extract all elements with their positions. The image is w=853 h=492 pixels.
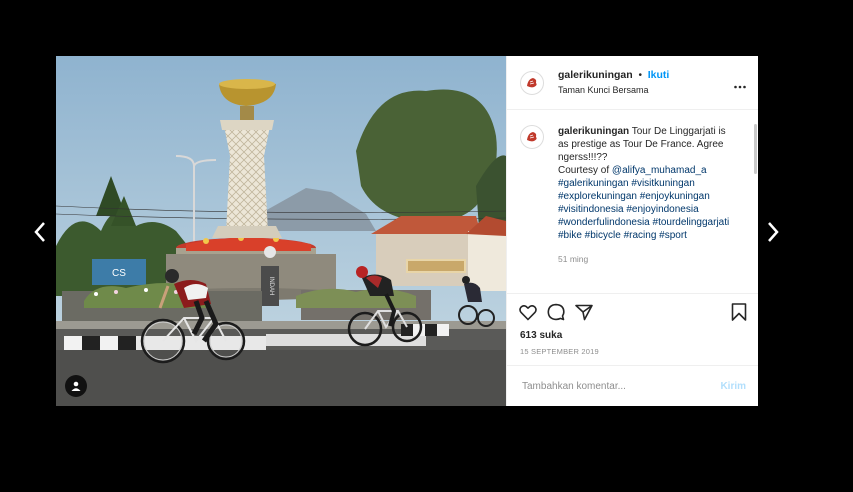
add-comment-bar: Kirim xyxy=(507,365,758,406)
like-count[interactable]: 613 suka xyxy=(507,330,758,341)
more-options-button[interactable] xyxy=(734,76,746,94)
post-caption: galerikuningan Tour De Linggarjati is as… xyxy=(558,125,734,293)
heart-icon xyxy=(519,304,537,320)
post-date: 15 SEPTEMBER 2019 xyxy=(520,347,599,356)
caption-scrollbar[interactable] xyxy=(754,124,757,174)
comment-input[interactable] xyxy=(520,379,721,393)
separator-dot: • xyxy=(638,70,642,81)
action-bar xyxy=(507,294,758,330)
sign-text: INDAH xyxy=(268,277,274,296)
post-header: galerikuningan • Ikuti Taman Kunci Bersa… xyxy=(507,56,758,110)
share-button[interactable] xyxy=(575,304,593,321)
courtesy-text: Courtesy of xyxy=(558,165,612,176)
caption-time: 51 ming xyxy=(558,254,589,264)
chevron-left-icon xyxy=(34,222,45,242)
post-comment-button[interactable]: Kirim xyxy=(720,381,746,392)
caption-area: galerikuningan Tour De Linggarjati is as… xyxy=(507,110,758,294)
caption-avatar[interactable] xyxy=(520,125,544,149)
caption-username[interactable]: galerikuningan xyxy=(558,126,629,137)
tiger-logo-icon xyxy=(527,77,537,87)
post-header-text: galerikuningan • Ikuti Taman Kunci Bersa… xyxy=(558,68,669,97)
mention-link[interactable]: @alifya_muhamad_a xyxy=(612,165,707,176)
like-button[interactable] xyxy=(519,304,537,321)
save-post-button[interactable] xyxy=(731,303,747,326)
username-link[interactable]: galerikuningan xyxy=(558,69,633,81)
paper-plane-icon xyxy=(575,304,593,320)
avatar[interactable] xyxy=(520,70,544,95)
billboard-text: CS xyxy=(112,268,126,279)
more-options-icon xyxy=(734,85,746,89)
bookmark-icon xyxy=(731,303,747,321)
post-sidebar: galerikuningan • Ikuti Taman Kunci Bersa… xyxy=(506,56,758,406)
post-modal: CS INDAH galerikuningan • Ikuti Taman Ku… xyxy=(56,56,758,406)
chevron-right-icon xyxy=(768,222,779,242)
hashtag-links[interactable]: #galerikuningan #visitkuningan #explorek… xyxy=(558,177,734,242)
comment-button[interactable] xyxy=(547,303,565,321)
follow-button[interactable]: Ikuti xyxy=(648,69,670,81)
previous-post-button[interactable] xyxy=(30,218,50,246)
post-photo[interactable]: CS INDAH xyxy=(56,56,506,406)
tagged-users-button[interactable] xyxy=(65,375,87,397)
person-icon xyxy=(71,381,81,391)
location-link[interactable]: Taman Kunci Bersama xyxy=(558,83,669,97)
post-image: CS INDAH xyxy=(56,56,506,406)
tiger-logo-icon xyxy=(527,132,537,142)
comment-icon xyxy=(547,303,565,321)
next-post-button[interactable] xyxy=(763,218,783,246)
